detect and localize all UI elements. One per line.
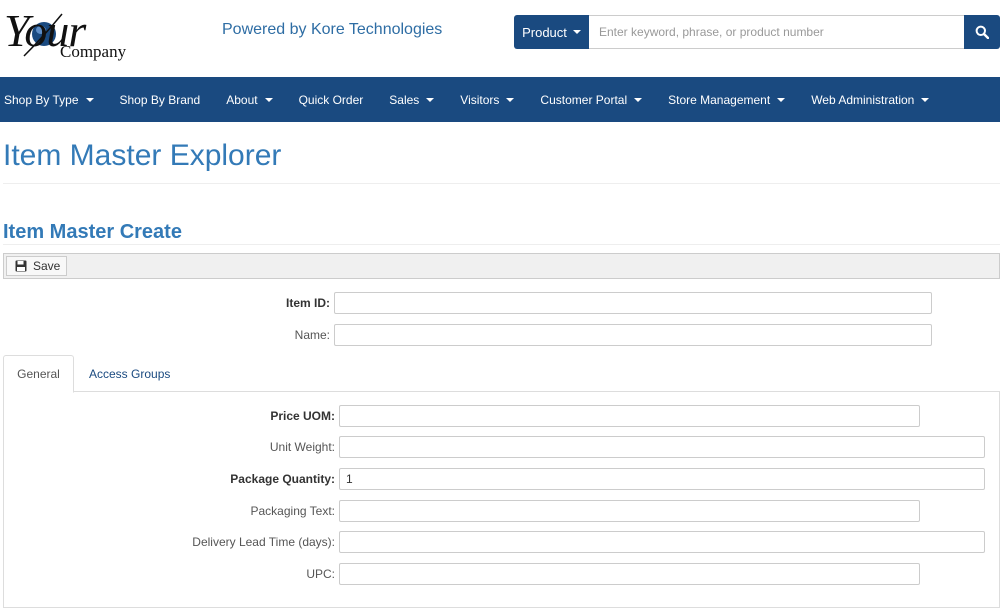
search-icon [975, 25, 989, 39]
logo-subtitle: Company [60, 42, 127, 61]
chevron-down-icon [777, 97, 786, 102]
nav-item-label: Sales [389, 92, 420, 107]
chevron-down-icon [634, 97, 643, 102]
tab-access-groups[interactable]: Access Groups [89, 355, 170, 392]
unit-weight-row: Unit Weight: [3, 436, 985, 458]
tab-bar: General Access Groups [3, 355, 1000, 393]
upc-field[interactable] [339, 563, 920, 585]
search-button[interactable] [964, 15, 1000, 49]
price-uom-row: Price UOM: [3, 405, 920, 427]
unit-weight-field[interactable] [339, 436, 985, 458]
save-button[interactable]: Save [6, 256, 68, 276]
nav-item-web-administration[interactable]: Web Administration [798, 77, 942, 122]
chevron-down-icon [426, 97, 435, 102]
search-scope-dropdown[interactable]: Product [514, 15, 589, 49]
name-field[interactable] [334, 324, 932, 346]
name-row: Name: [3, 324, 932, 346]
section-title: Item Master Create [3, 221, 182, 243]
delivery-lead-time-row: Delivery Lead Time (days): [3, 531, 985, 553]
nav-item-label: Customer Portal [540, 92, 628, 107]
packaging-text-row: Packaging Text: [3, 500, 920, 522]
toolbar: Save [3, 253, 1000, 279]
main-nav: Shop By Type Shop By Brand About Quick O… [0, 77, 1000, 122]
powered-by-text: Powered by Kore Technologies [222, 21, 443, 38]
nav-item-shop-by-brand[interactable]: Shop By Brand [107, 77, 214, 122]
nav-item-store-management[interactable]: Store Management [655, 77, 798, 122]
chevron-down-icon [506, 97, 515, 102]
company-logo[interactable]: Your Company [2, 4, 132, 66]
item-id-label: Item ID: [285, 296, 330, 310]
item-id-field[interactable] [334, 292, 932, 314]
tab-label: Access Groups [89, 366, 171, 381]
save-button-label: Save [33, 259, 61, 273]
nav-item-shop-by-type[interactable]: Shop By Type [0, 77, 107, 122]
page-title: Item Master Explorer [3, 139, 282, 172]
unit-weight-label: Unit Weight: [269, 440, 335, 454]
tab-label: General [17, 367, 60, 381]
nav-item-sales[interactable]: Sales [376, 77, 447, 122]
packaging-text-label: Packaging Text: [250, 504, 336, 518]
nav-item-about[interactable]: About [213, 77, 285, 122]
nav-item-label: Store Management [668, 92, 771, 107]
nav-item-label: Web Administration [811, 92, 915, 107]
price-uom-field[interactable] [339, 405, 920, 427]
chevron-down-icon [572, 30, 581, 34]
search-bar: Product [514, 15, 1000, 49]
nav-item-customer-portal[interactable]: Customer Portal [527, 77, 655, 122]
price-uom-label: Price UOM: [270, 409, 335, 423]
package-quantity-label: Package Quantity: [230, 472, 335, 486]
site-header: Your Company Powered by Kore Technologie… [0, 0, 1000, 77]
package-quantity-row: Package Quantity: [3, 468, 985, 490]
packaging-text-field[interactable] [339, 500, 920, 522]
chevron-down-icon [85, 97, 94, 102]
nav-item-visitors[interactable]: Visitors [447, 77, 527, 122]
search-input[interactable] [589, 15, 964, 49]
nav-item-label: Shop By Type [4, 92, 79, 107]
delivery-lead-time-field[interactable] [339, 531, 985, 553]
upc-label: UPC: [306, 567, 335, 581]
item-id-row: Item ID: [3, 292, 932, 314]
nav-item-label: Quick Order [298, 92, 364, 107]
upc-row: UPC: [3, 563, 920, 585]
chevron-down-icon [264, 97, 273, 102]
nav-item-label: Visitors [460, 92, 500, 107]
search-scope-label: Product [522, 24, 567, 40]
nav-item-label: About [226, 92, 258, 107]
delivery-lead-time-label: Delivery Lead Time (days): [192, 535, 335, 549]
package-quantity-field[interactable] [339, 468, 985, 490]
floppy-disk-icon [15, 260, 27, 272]
nav-item-label: Shop By Brand [119, 92, 201, 107]
divider [3, 244, 1000, 245]
chevron-down-icon [921, 97, 930, 102]
divider [3, 183, 1000, 184]
tab-general[interactable]: General [3, 355, 74, 393]
nav-item-quick-order[interactable]: Quick Order [286, 77, 377, 122]
name-label: Name: [294, 328, 330, 342]
